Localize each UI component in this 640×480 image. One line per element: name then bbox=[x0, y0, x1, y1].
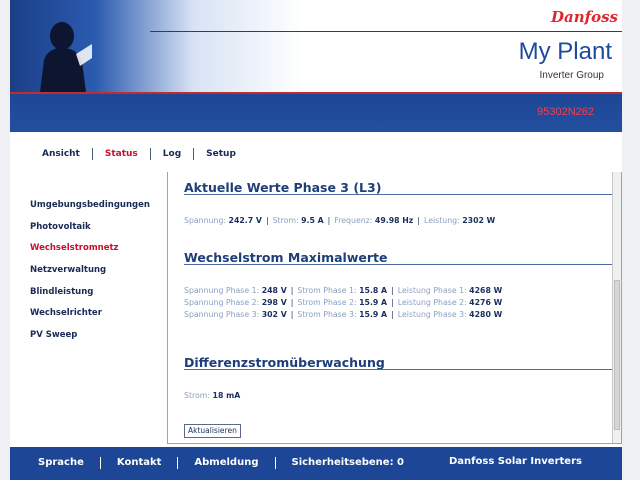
sidebar-item-umgebungsbedingungen[interactable]: Umgebungsbedingungen bbox=[30, 198, 170, 220]
value-text: 15.9 A bbox=[359, 310, 388, 319]
footer-separator bbox=[177, 456, 179, 469]
value-text: 242.7 V bbox=[228, 216, 262, 225]
value-label: Strom Phase 2: bbox=[297, 298, 357, 307]
value-label: Strom: bbox=[272, 216, 299, 225]
value-label: Leistung: bbox=[424, 216, 460, 225]
app-subtitle: Inverter Group bbox=[539, 70, 604, 81]
sidebar-item-pv-sweep[interactable]: PV Sweep bbox=[30, 328, 170, 350]
value-text: 248 V bbox=[261, 286, 287, 295]
worker-silhouette-image bbox=[40, 22, 92, 92]
max-values-row: Spannung Phase 2: 298 V | Strom Phase 2: 1… bbox=[184, 298, 503, 307]
sidebar-item-blindleistung[interactable]: Blindleistung bbox=[30, 285, 170, 307]
value-label: Strom: bbox=[184, 391, 211, 400]
section-divider bbox=[184, 369, 616, 370]
scrollbar-thumb[interactable] bbox=[614, 280, 620, 430]
app-title: My Plant bbox=[518, 38, 612, 65]
sidebar-item-netzverwaltung[interactable]: Netzverwaltung bbox=[30, 263, 170, 285]
value-text: 2302 W bbox=[462, 216, 496, 225]
value-text: 15.9 A bbox=[359, 298, 388, 307]
header-divider bbox=[150, 31, 622, 32]
section-title-phase3: Aktuelle Werte Phase 3 (L3) bbox=[184, 180, 382, 195]
tab-ansicht[interactable]: Ansicht bbox=[30, 148, 92, 160]
section-divider bbox=[184, 264, 616, 265]
danfoss-logo: Danfoss bbox=[551, 8, 618, 26]
max-values-row: Spannung Phase 1: 248 V | Strom Phase 1: 1… bbox=[184, 286, 503, 295]
header-banner: Danfoss My Plant Inverter Group bbox=[10, 0, 622, 92]
value-text: 49.98 Hz bbox=[374, 216, 414, 225]
phase3-values-row: Spannung: 242.7 V | Strom: 9.5 A | Frequenz:… bbox=[184, 216, 496, 225]
value-label: Spannung Phase 1: bbox=[184, 286, 260, 295]
footer-brand: Danfoss Solar Inverters bbox=[449, 456, 582, 467]
tab-log[interactable]: Log bbox=[151, 148, 193, 160]
value-text: 302 V bbox=[261, 310, 287, 319]
sidebar-item-wechselstromnetz[interactable]: Wechselstromnetz bbox=[30, 241, 170, 263]
content-scrollbar[interactable] bbox=[612, 172, 621, 443]
tab-status[interactable]: Status bbox=[93, 148, 150, 160]
max-values-row: Spannung Phase 3: 302 V | Strom Phase 3: 1… bbox=[184, 310, 503, 319]
value-label: Spannung Phase 2: bbox=[184, 298, 260, 307]
page: Danfoss My Plant Inverter Group 95302N26… bbox=[10, 0, 622, 480]
value-label: Leistung Phase 1: bbox=[397, 286, 467, 295]
value-text: 15.8 A bbox=[359, 286, 388, 295]
value-text: 4280 W bbox=[469, 310, 503, 319]
value-text: 4268 W bbox=[469, 286, 503, 295]
footer: Sprache Kontakt Abmeldung Sicherheitsebe… bbox=[10, 447, 622, 480]
value-label: Frequenz: bbox=[334, 216, 373, 225]
footer-nav: Sprache Kontakt Abmeldung Sicherheitsebe… bbox=[38, 456, 420, 469]
value-label: Leistung Phase 2: bbox=[397, 298, 467, 307]
value-label: Strom Phase 3: bbox=[297, 310, 357, 319]
value-label: Spannung Phase 3: bbox=[184, 310, 260, 319]
value-text: 9.5 A bbox=[301, 216, 324, 225]
sidebar-item-photovoltaik[interactable]: Photovoltaik bbox=[30, 220, 170, 242]
footer-link-sprache[interactable]: Sprache bbox=[38, 456, 100, 469]
content-panel: Aktuelle Werte Phase 3 (L3) Spannung: 24… bbox=[167, 172, 622, 444]
serial-number: 95302N262 bbox=[537, 106, 594, 118]
security-level: Sicherheitsebene: 0 bbox=[291, 457, 405, 468]
footer-separator bbox=[274, 456, 276, 469]
footer-link-abmeldung[interactable]: Abmeldung bbox=[194, 456, 274, 469]
section-title-maxwerte: Wechselstrom Maximalwerte bbox=[184, 250, 388, 265]
value-label: Spannung: bbox=[184, 216, 227, 225]
section-title-differenzstrom: Differenzstromüberwachung bbox=[184, 355, 385, 370]
sidebar: Umgebungsbedingungen Photovoltaik Wechse… bbox=[30, 198, 170, 350]
diff-values-row: Strom: 18 mA bbox=[184, 390, 240, 401]
sidebar-item-wechselrichter[interactable]: Wechselrichter bbox=[30, 306, 170, 328]
section-divider bbox=[184, 194, 616, 195]
refresh-button[interactable]: Aktualisieren bbox=[184, 424, 241, 438]
header-band: 95302N262 bbox=[10, 94, 622, 132]
value-label: Strom Phase 1: bbox=[297, 286, 357, 295]
value-text: 4276 W bbox=[469, 298, 503, 307]
value-text: 18 mA bbox=[212, 391, 241, 400]
footer-separator bbox=[99, 456, 101, 469]
tab-setup[interactable]: Setup bbox=[194, 148, 248, 160]
value-label: Leistung Phase 3: bbox=[397, 310, 467, 319]
footer-link-kontakt[interactable]: Kontakt bbox=[117, 456, 178, 469]
value-text: 298 V bbox=[261, 298, 287, 307]
top-nav: Ansicht Status Log Setup bbox=[30, 148, 248, 160]
header: Danfoss My Plant Inverter Group 95302N26… bbox=[10, 0, 622, 132]
